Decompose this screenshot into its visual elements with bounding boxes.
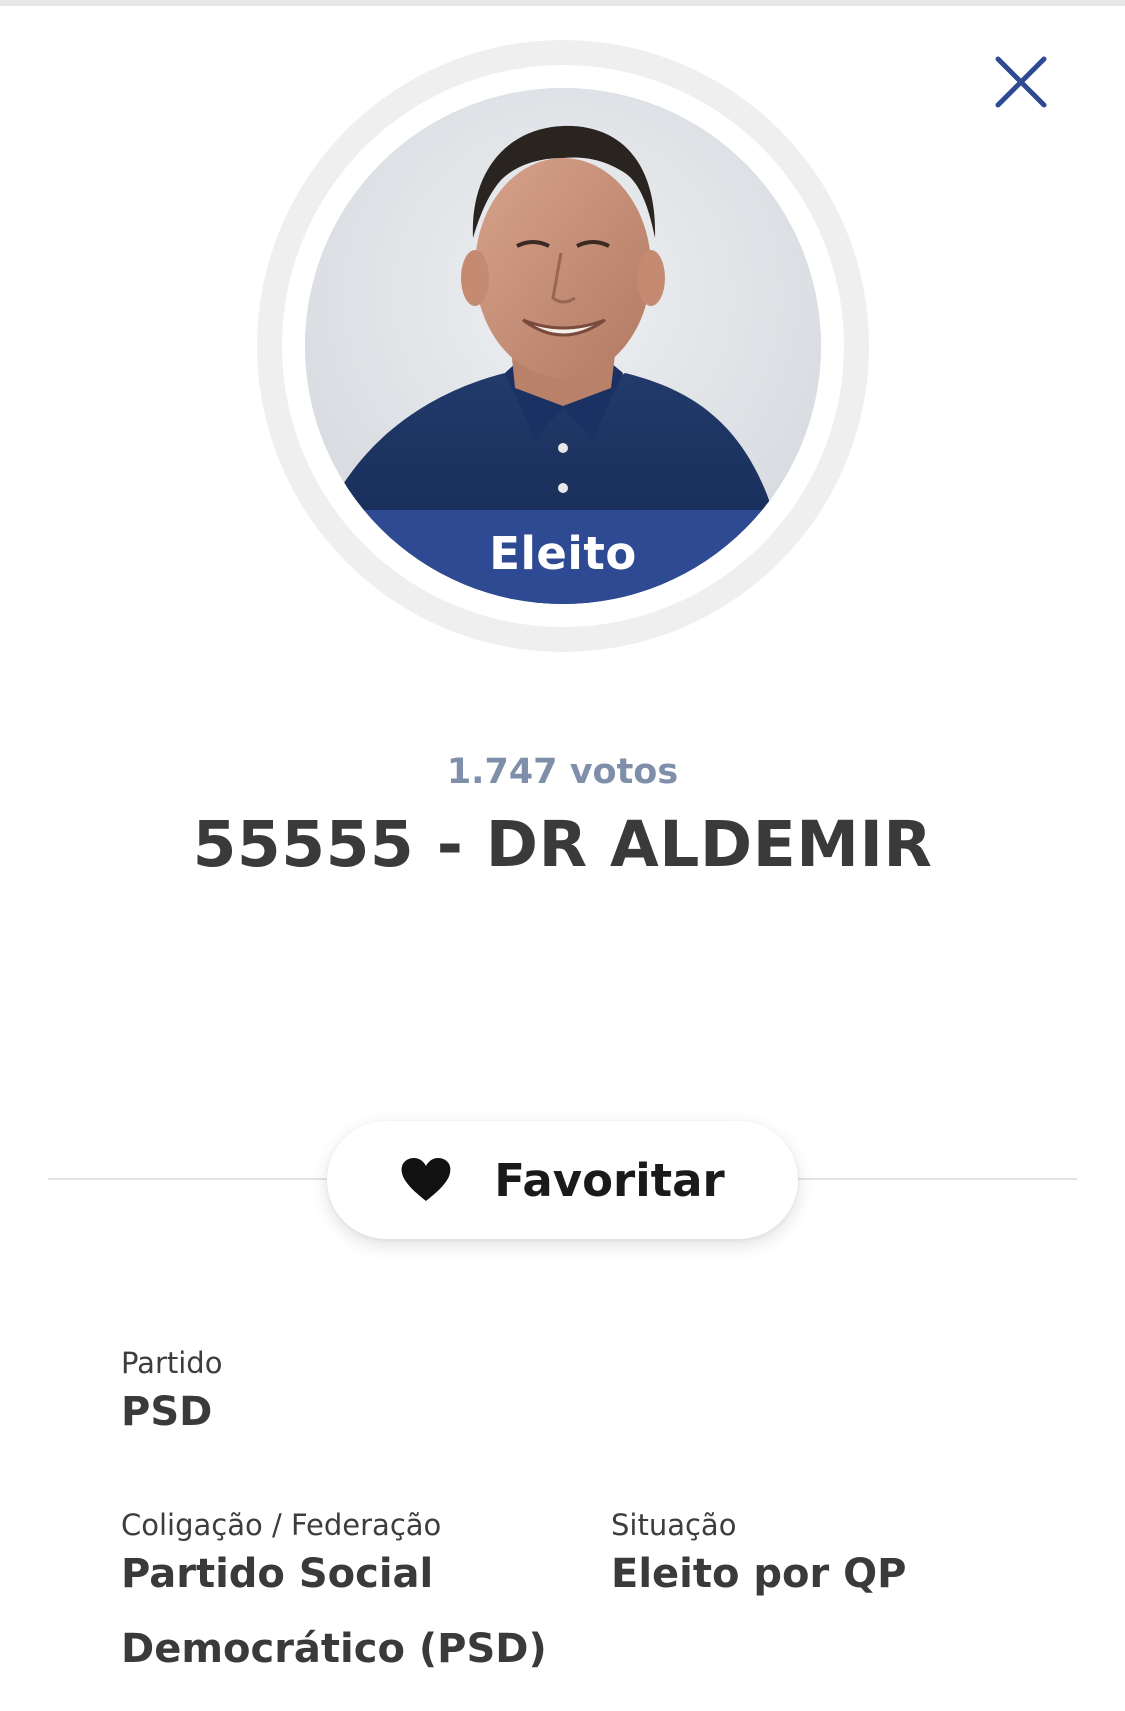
situation-value: Eleito por QP: [611, 1551, 907, 1597]
status-badge: Eleito: [305, 510, 821, 604]
status-badge-label: Eleito: [489, 526, 637, 580]
heart-icon: [401, 1158, 451, 1201]
coalition-value-line1: Partido Social: [121, 1551, 434, 1597]
votes-count: 1.747 votos: [446, 752, 679, 792]
coalition-value-line2: Democrático (PSD): [121, 1626, 547, 1672]
close-button[interactable]: [986, 47, 1056, 117]
close-icon: [995, 56, 1047, 108]
candidate-name: 55555 - DR ALDEMIR: [192, 808, 933, 881]
avatar: Eleito: [305, 88, 821, 604]
favorite-button-label: Favoritar: [494, 1153, 725, 1207]
top-divider: [0, 0, 1125, 6]
party-value: PSD: [121, 1389, 213, 1435]
favorite-button[interactable]: Favoritar: [327, 1121, 798, 1239]
